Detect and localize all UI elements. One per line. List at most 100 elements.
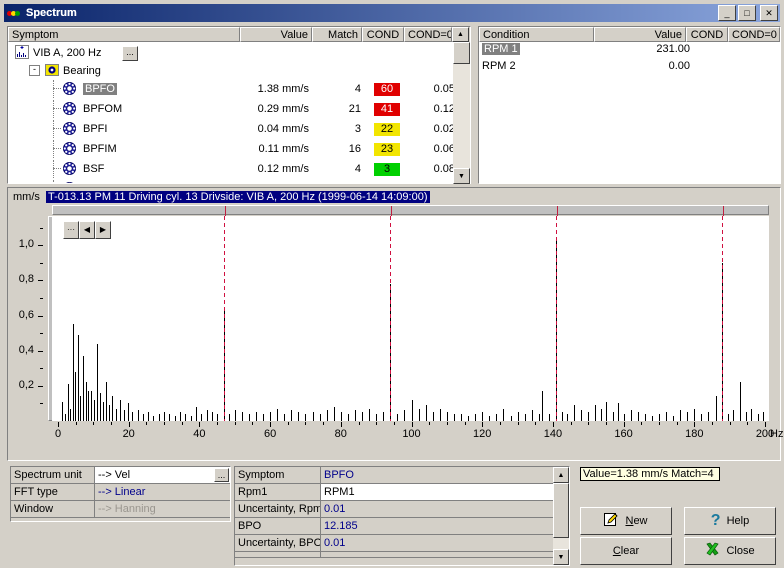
parameter-value[interactable]: 12.185	[321, 518, 553, 535]
settings-options-button[interactable]: ...	[214, 468, 229, 482]
chart-range-scrollbar[interactable]	[52, 205, 769, 216]
parameter-value[interactable]: 0.01	[321, 535, 553, 552]
parameters-scroll-up-button[interactable]: ▲	[553, 467, 569, 483]
symptom-cond: 60	[367, 82, 407, 96]
parameter-value[interactable]: RPM1	[321, 484, 553, 501]
parameter-value[interactable]: BPFO	[321, 467, 553, 484]
spectrum-peak	[404, 410, 406, 421]
x-tick	[199, 422, 201, 427]
window-title-bar[interactable]: Spectrum _ □ ✕	[4, 4, 780, 22]
spectrum-peak	[673, 415, 675, 421]
table-row[interactable]: Uncertainty, BPO 0.01	[235, 535, 553, 552]
spectrum-peak	[91, 391, 93, 421]
symptom-scroll-down-button[interactable]: ▼	[453, 168, 470, 184]
list-item[interactable]: RPM 1 231.00	[480, 43, 780, 60]
table-row[interactable]: BPO 12.185	[235, 518, 553, 535]
close-action-button[interactable]: Close	[684, 537, 776, 565]
table-row[interactable]: Symptom BPFO	[235, 467, 553, 484]
x-tick-label: 180	[685, 428, 704, 440]
parameters-scroll-down-button[interactable]: ▼	[553, 549, 569, 565]
x-minor-tick	[181, 422, 183, 425]
scroll-up-button[interactable]: ▲	[452, 27, 469, 42]
table-row[interactable]: BSF 0.12 mm/s 4 3 0.08	[9, 159, 454, 179]
parameter-value[interactable]: 0.01	[321, 501, 553, 518]
clear-button[interactable]: Clear	[580, 537, 672, 565]
settings-row[interactable]: Spectrum unit --> Vel...	[11, 467, 230, 484]
help-button[interactable]: ? Help	[684, 507, 776, 535]
settings-value[interactable]: --> Linear	[95, 484, 230, 501]
parameters-scroll-thumb[interactable]	[553, 483, 569, 538]
clear-button-label: Clear	[612, 545, 640, 557]
tree-root-row[interactable]: VIB A, 200 Hz ...	[9, 43, 454, 62]
frequency-marker-line[interactable]	[223, 216, 225, 421]
x-minor-tick	[93, 422, 95, 425]
minimize-button[interactable]: _	[718, 5, 736, 21]
spectrum-peak	[96, 343, 98, 421]
settings-value[interactable]: --> Hanning	[95, 501, 230, 518]
tree-group-row-bearing[interactable]: - Bearing	[9, 62, 454, 79]
symptom-cond0: 0.05	[433, 83, 454, 95]
x-minor-tick	[429, 422, 431, 425]
frequency-marker-line[interactable]	[721, 216, 723, 421]
bearing-icon	[63, 162, 76, 178]
symptom-scroll-thumb[interactable]	[453, 42, 470, 64]
table-row[interactable]: BSFM0.10 mm/s22100.07	[9, 179, 454, 183]
close-button[interactable]: ✕	[760, 5, 778, 21]
spectrum-plot[interactable]	[52, 216, 769, 421]
col-value[interactable]: Value	[240, 27, 312, 42]
col-cond0[interactable]: COND=0	[404, 27, 452, 42]
spectrum-peak	[185, 414, 187, 421]
col-cond[interactable]: COND	[362, 27, 404, 42]
table-row[interactable]: BPFO 1.38 mm/s 4 60 0.05	[9, 79, 454, 99]
parameters-scrollbar[interactable]: ▲ ▼	[553, 467, 569, 565]
symptom-cond: 23	[367, 142, 407, 156]
traffic-light-icon	[6, 6, 22, 20]
frequency-marker-line[interactable]	[555, 216, 557, 421]
settings-row[interactable]: FFT type --> Linear	[11, 484, 230, 501]
table-row[interactable]: BPFI 0.04 mm/s 3 22 0.02	[9, 119, 454, 139]
bearing-icon	[63, 102, 76, 118]
spectrum-peak	[132, 412, 134, 421]
symptom-name: BPFOM	[83, 103, 123, 115]
settings-value[interactable]: --> Vel...	[95, 467, 230, 484]
col-condition[interactable]: Condition	[479, 27, 594, 42]
spectrum-peak	[475, 414, 477, 421]
help-button-label: Help	[726, 515, 750, 527]
col-symptom[interactable]: Symptom	[8, 27, 240, 42]
symptom-scrollbar[interactable]: ▼	[453, 42, 470, 184]
y-tick-label: 0,4	[18, 343, 34, 356]
table-row[interactable]: Uncertainty, Rpm1 0.01	[235, 501, 553, 518]
list-item[interactable]: RPM 2 0.00	[480, 60, 780, 77]
y-minor-tick	[40, 262, 43, 264]
parameter-value[interactable]	[321, 552, 553, 558]
settings-row[interactable]: Window --> Hanning	[11, 501, 230, 518]
status-badge: 22	[374, 122, 400, 136]
tree-collapse-toggle[interactable]: -	[29, 65, 40, 76]
x-minor-tick	[517, 422, 519, 425]
col-cond-cond0[interactable]: COND=0	[728, 27, 780, 42]
symptom-cond0: 0.06	[433, 143, 454, 155]
chart-prev-button[interactable]: ◀	[79, 221, 95, 239]
table-row[interactable]: BPFIM 0.11 mm/s 16 23 0.06	[9, 139, 454, 159]
table-row[interactable]: BPFOM 0.29 mm/s 21 41 0.12	[9, 99, 454, 119]
col-match[interactable]: Match	[312, 27, 362, 42]
table-row-partial[interactable]	[235, 552, 553, 558]
maximize-button[interactable]: □	[738, 5, 756, 21]
col-cond-cond[interactable]: COND	[686, 27, 728, 42]
x-tick	[552, 422, 554, 427]
frequency-marker-line[interactable]	[389, 216, 391, 421]
table-row[interactable]: Rpm1 RPM1	[235, 484, 553, 501]
spectrum-peak	[229, 414, 231, 421]
chart-title: T-013.13 PM 11 Driving cyl. 13 Drivside:…	[46, 191, 430, 203]
col-cond-value[interactable]: Value	[594, 27, 686, 42]
chart-more-button[interactable]: ···	[63, 221, 79, 239]
new-button[interactable]: New	[580, 507, 672, 535]
status-badge: 10	[374, 182, 400, 183]
spectrum-peak	[461, 414, 462, 421]
chart-next-button[interactable]: ▶	[95, 221, 111, 239]
symptom-cond: 10	[367, 182, 407, 183]
root-options-button[interactable]: ...	[122, 46, 138, 61]
x-minor-tick	[676, 422, 678, 425]
symptom-match: 4	[354, 163, 361, 175]
symptom-leaf-rows: BPFO 1.38 mm/s 4 60 0.05 BPFOM 0.29 mm/s 21 41 0.…	[9, 79, 454, 183]
